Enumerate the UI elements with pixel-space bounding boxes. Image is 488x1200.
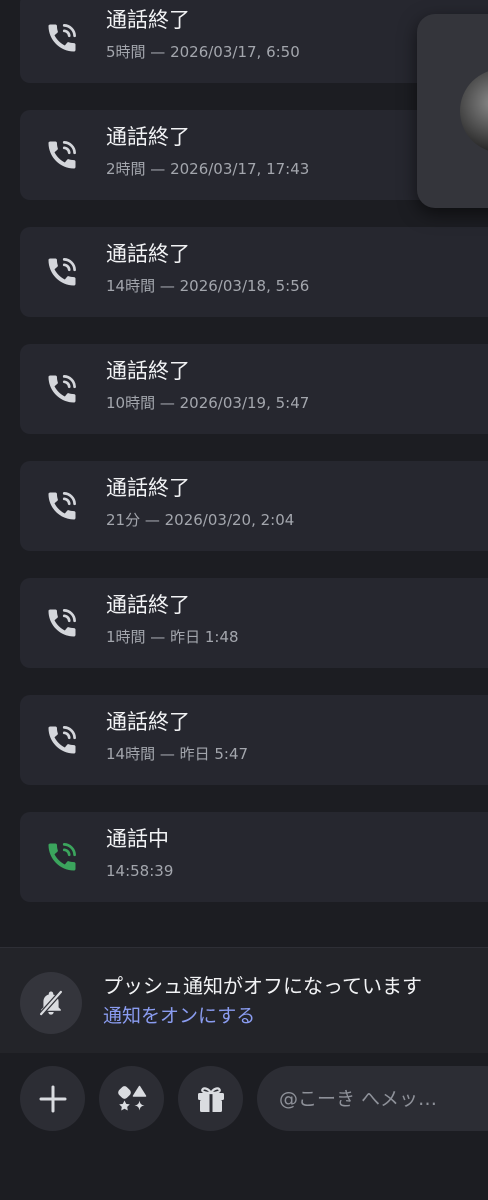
gift-button[interactable] (178, 1066, 243, 1131)
dm-call-screen: 通話終了 5時間 — 2026/03/17, 6:50 通話終了 2時間 — 2… (0, 0, 488, 1200)
bell-slash-icon (20, 972, 82, 1034)
call-log-item[interactable]: 通話終了 14時間 — 2026/03/18, 5:56 (20, 227, 488, 317)
call-elapsed-time: 14:58:39 (106, 862, 174, 880)
call-duration-date: 2時間 — 2026/03/17, 17:43 (106, 160, 310, 178)
call-duration-date: 21分 — 2026/03/20, 2:04 (106, 511, 295, 529)
call-status-title: 通話終了 (106, 710, 190, 734)
add-button[interactable] (20, 1066, 85, 1131)
apps-button[interactable] (99, 1066, 164, 1131)
call-status-title: 通話終了 (106, 125, 190, 149)
enable-notifications-link[interactable]: 通知をオンにする (103, 1003, 255, 1029)
phone-call-icon (48, 492, 76, 520)
phone-call-icon (48, 258, 76, 286)
call-status-title: 通話終了 (106, 8, 190, 32)
message-input[interactable] (257, 1066, 488, 1131)
phone-call-icon (48, 375, 76, 403)
notification-off-message: プッシュ通知がオフになっています (103, 974, 422, 998)
call-status-title: 通話終了 (106, 593, 190, 617)
phone-call-icon (48, 24, 76, 52)
call-log-item[interactable]: 通話終了 1時間 — 昨日 1:48 (20, 578, 488, 668)
phone-call-icon (48, 141, 76, 169)
call-status-title: 通話中 (106, 827, 169, 851)
apps-icon (118, 1085, 147, 1111)
phone-call-icon (48, 609, 76, 637)
call-log-item[interactable]: 通話終了 14時間 — 昨日 5:47 (20, 695, 488, 785)
call-duration-date: 14時間 — 昨日 5:47 (106, 745, 249, 763)
call-status-title: 通話終了 (106, 242, 190, 266)
push-notification-banner: プッシュ通知がオフになっています 通知をオンにする (0, 947, 488, 1054)
call-duration-date: 5時間 — 2026/03/17, 6:50 (106, 43, 300, 61)
call-status-title: 通話終了 (106, 476, 190, 500)
call-status-title: 通話終了 (106, 359, 190, 383)
call-duration-date: 14時間 — 2026/03/18, 5:56 (106, 277, 310, 295)
call-log-item[interactable]: 通話終了 21分 — 2026/03/20, 2:04 (20, 461, 488, 551)
avatar (460, 69, 488, 153)
call-duration-date: 10時間 — 2026/03/19, 5:47 (106, 394, 310, 412)
phone-call-active-icon (48, 843, 76, 871)
phone-call-icon (48, 726, 76, 754)
gift-icon (198, 1087, 224, 1112)
call-duration-date: 1時間 — 昨日 1:48 (106, 628, 239, 646)
pip-video-overlay[interactable] (417, 14, 488, 208)
call-log-item[interactable]: 通話終了 10時間 — 2026/03/19, 5:47 (20, 344, 488, 434)
active-call-item[interactable]: 通話中 14:58:39 (20, 812, 488, 902)
message-composer (0, 1053, 488, 1200)
plus-icon (39, 1085, 67, 1113)
